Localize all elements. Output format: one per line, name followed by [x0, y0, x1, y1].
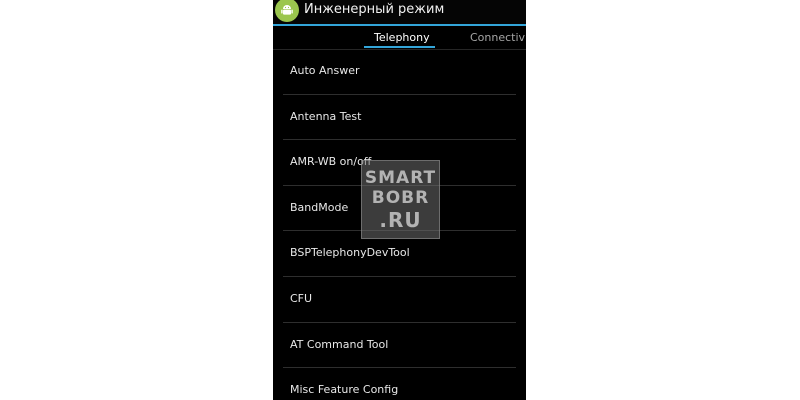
list-item-label: Auto Answer	[290, 64, 360, 77]
list-item-label: AT Command Tool	[290, 337, 389, 351]
list-item-label: CFU	[290, 291, 313, 305]
android-robot-icon[interactable]	[275, 0, 299, 22]
list-item-label: AMR-WB on/off	[290, 155, 372, 169]
list-item-antenna-test[interactable]: Antenna Test	[283, 95, 516, 141]
list-item-auto-answer[interactable]: Auto Answer	[283, 49, 516, 95]
action-bar: Инженерный режим	[273, 0, 526, 24]
list-item-label: Misc Feature Config	[290, 383, 399, 397]
watermark-line: SMART	[364, 167, 437, 188]
watermark-line: BOBR	[371, 187, 430, 208]
list-item-cfu[interactable]: CFU	[283, 277, 516, 323]
list-item-label: BandMode	[290, 200, 349, 214]
watermark-logo: SMART BOBR .RU	[361, 160, 440, 239]
list-item-misc-feature-config[interactable]: Misc Feature Config	[283, 368, 516, 400]
tab-telephony[interactable]: Telephony	[374, 31, 430, 45]
list-item-at-command-tool[interactable]: AT Command Tool	[283, 323, 516, 369]
tab-selected-indicator	[364, 46, 435, 48]
watermark-line: .RU	[379, 207, 422, 232]
app-title: Инженерный режим	[304, 2, 445, 17]
list-item-label: BSPTelephonyDevTool	[290, 246, 410, 260]
tab-connectivity[interactable]: Connectivit	[470, 31, 526, 45]
list-item-label: Antenna Test	[290, 109, 362, 123]
